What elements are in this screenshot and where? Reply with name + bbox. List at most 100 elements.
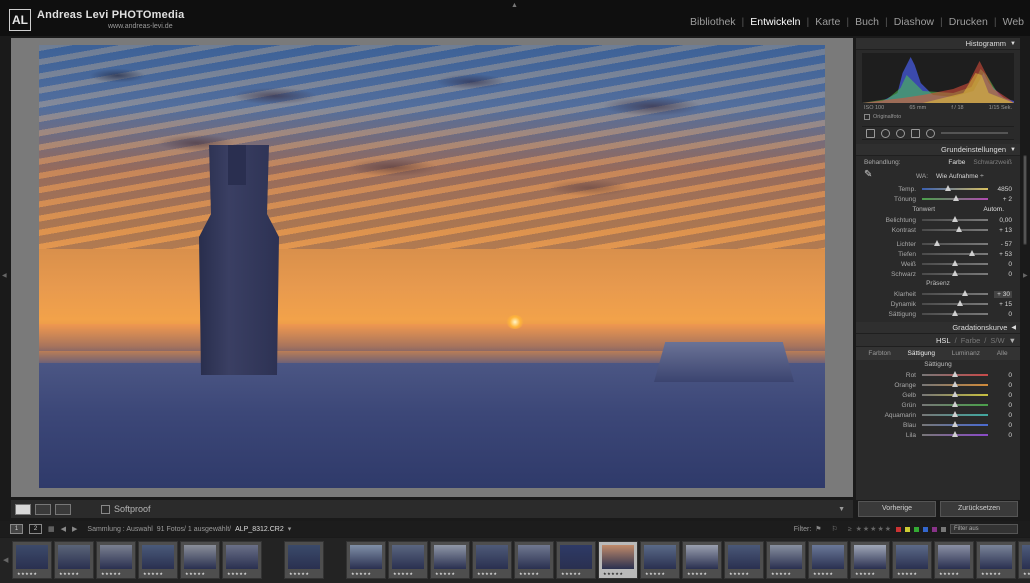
vibrance-slider[interactable] <box>922 300 988 306</box>
collapse-triangle-icon[interactable]: ▼ <box>1010 41 1016 47</box>
collection-label[interactable]: Sammlung : Auswahl <box>87 526 152 533</box>
softproof-checkbox[interactable] <box>101 504 110 514</box>
clarity-value[interactable]: + 30 <box>994 290 1012 298</box>
sw-mode[interactable]: S/W <box>990 336 1004 345</box>
hsl-row-value[interactable]: 0 <box>994 432 1012 439</box>
eyedropper-icon[interactable]: ✎ <box>864 169 878 183</box>
graduated-filter-icon[interactable] <box>911 128 920 138</box>
loupe-view-button[interactable] <box>15 503 31 515</box>
hsl-row-knob[interactable] <box>952 411 958 417</box>
filmstrip-thumbnail[interactable]: ★★★★★ <box>682 541 722 579</box>
hsl-row-knob[interactable] <box>952 391 958 397</box>
hsl-row-knob[interactable] <box>952 431 958 437</box>
temp-value[interactable]: 4850 <box>994 186 1012 193</box>
adjustment-brush-slider[interactable] <box>941 132 1008 134</box>
photo-preview[interactable] <box>39 45 825 488</box>
filename-dropdown-icon[interactable]: ▾ <box>288 525 292 533</box>
filmstrip-thumbnail[interactable]: ★★★★★ <box>808 541 848 579</box>
hsl-tab-1[interactable]: Sättigung <box>908 350 935 357</box>
scrollbar-thumb[interactable] <box>1023 155 1027 245</box>
treatment-bw-option[interactable]: Schwarzweiß <box>973 159 1012 166</box>
filmstrip-thumbnail[interactable]: ★★★★★ <box>222 541 262 579</box>
filmstrip-thumbnail[interactable]: ★★★★★ <box>54 541 94 579</box>
color-label-blue[interactable] <box>923 526 928 532</box>
filmstrip-thumbnail[interactable]: ★★★★★ <box>180 541 220 579</box>
collapse-triangle-icon[interactable]: ▼ <box>1010 147 1016 153</box>
collapse-right-panel-icon[interactable]: ▶ <box>1023 272 1028 279</box>
filmstrip-thumbnail[interactable]: ★★★★★ <box>388 541 428 579</box>
hsl-row-slider[interactable] <box>922 391 988 397</box>
original-photo-checkbox[interactable] <box>864 114 870 120</box>
module-diashow[interactable]: Diashow <box>894 16 934 28</box>
treatment-color-option[interactable]: Farbe <box>948 159 965 166</box>
filmstrip-thumbnail[interactable]: ★★★★★ <box>724 541 764 579</box>
color-label-green[interactable] <box>914 526 919 532</box>
module-drucken[interactable]: Drucken <box>949 16 988 28</box>
reject-filter-icon[interactable]: ⚐ <box>832 525 838 533</box>
hsl-row-knob[interactable] <box>952 381 958 387</box>
exposure-slider[interactable] <box>922 216 988 222</box>
filmstrip-thumbnail[interactable]: ★★★★★ <box>138 541 178 579</box>
shadows-slider-knob[interactable] <box>969 250 976 256</box>
hsl-row-slider[interactable] <box>922 411 988 417</box>
module-entwickeln[interactable]: Entwickeln <box>750 16 800 28</box>
module-bibliothek[interactable]: Bibliothek <box>690 16 736 28</box>
shadows-slider[interactable] <box>922 250 988 256</box>
hsl-row-value[interactable]: 0 <box>994 422 1012 429</box>
contrast-slider-knob[interactable] <box>955 226 962 232</box>
exposure-slider-knob[interactable] <box>952 216 958 222</box>
hsl-row-value[interactable]: 0 <box>994 382 1012 389</box>
hsl-row-value[interactable]: 0 <box>994 412 1012 419</box>
shadows-value[interactable]: + 53 <box>994 251 1012 258</box>
wb-select[interactable]: Wie Aufnahme ÷ <box>936 173 984 180</box>
filmstrip-thumbnail[interactable]: ★★★★★ <box>892 541 932 579</box>
saturation-slider[interactable] <box>922 310 988 316</box>
hsl-tab-3[interactable]: Alle <box>997 350 1008 357</box>
filmstrip-thumbnail[interactable]: ★★★★★ <box>640 541 680 579</box>
radial-filter-icon[interactable] <box>926 128 935 138</box>
hsl-row-slider[interactable] <box>922 371 988 377</box>
temp-slider[interactable] <box>922 185 988 191</box>
before-after-button[interactable] <box>35 503 51 515</box>
tint-value[interactable]: + 2 <box>994 196 1012 203</box>
reset-button[interactable]: Zurücksetzen <box>940 501 1018 517</box>
module-web[interactable]: Web <box>1003 16 1024 28</box>
blacks-slider-knob[interactable] <box>952 270 958 276</box>
hsl-row-slider[interactable] <box>922 401 988 407</box>
color-label-red[interactable] <box>896 526 901 532</box>
hsl-row-knob[interactable] <box>952 401 958 407</box>
highlights-slider-knob[interactable] <box>933 240 940 246</box>
filmstrip-thumbnail[interactable]: ★★★★★ <box>1018 541 1030 579</box>
spot-removal-icon[interactable] <box>881 128 890 138</box>
original-photo-toggle[interactable]: Originalfoto <box>864 114 1012 120</box>
previous-button[interactable]: Vorherige <box>858 501 936 517</box>
temp-slider-knob[interactable] <box>945 185 952 191</box>
hsl-row-slider[interactable] <box>922 431 988 437</box>
hsl-row-knob[interactable] <box>952 371 958 377</box>
filename[interactable]: ALP_8312.CR2 <box>235 526 284 533</box>
tint-slider-knob[interactable] <box>953 195 960 201</box>
filmstrip-thumbnail[interactable]: ★★★★★ <box>598 541 638 579</box>
contrast-value[interactable]: + 13 <box>994 227 1012 234</box>
whites-slider-knob[interactable] <box>952 260 958 266</box>
contrast-slider[interactable] <box>922 226 988 232</box>
highlights-value[interactable]: - 57 <box>994 241 1012 248</box>
vibrance-slider-knob[interactable] <box>956 300 963 306</box>
histogram-header[interactable]: Histogramm ▼ <box>856 38 1020 50</box>
saturation-slider-knob[interactable] <box>952 310 958 316</box>
filmstrip-left-arrow-icon[interactable]: ◀ <box>3 556 8 564</box>
hsl-row-slider[interactable] <box>922 381 988 387</box>
filter-select[interactable]: Filter aus <box>950 524 1018 534</box>
hsl-tab-2[interactable]: Luminanz <box>952 350 980 357</box>
filmstrip-thumbnail[interactable]: ★★★★★ <box>430 541 470 579</box>
module-buch[interactable]: Buch <box>855 16 879 28</box>
auto-tone-button[interactable]: Autom. <box>983 206 1004 213</box>
crop-tool-icon[interactable] <box>866 128 875 138</box>
clarity-slider[interactable] <box>922 290 988 296</box>
hsl-row-value[interactable]: 0 <box>994 392 1012 399</box>
filmstrip-thumbnail[interactable]: ★★★★★ <box>766 541 806 579</box>
filmstrip-thumbnail[interactable]: ★★★★★ <box>472 541 512 579</box>
image-canvas[interactable] <box>11 38 853 497</box>
blacks-slider[interactable] <box>922 270 988 276</box>
filmstrip-thumbnail[interactable]: ★★★★★ <box>514 541 554 579</box>
